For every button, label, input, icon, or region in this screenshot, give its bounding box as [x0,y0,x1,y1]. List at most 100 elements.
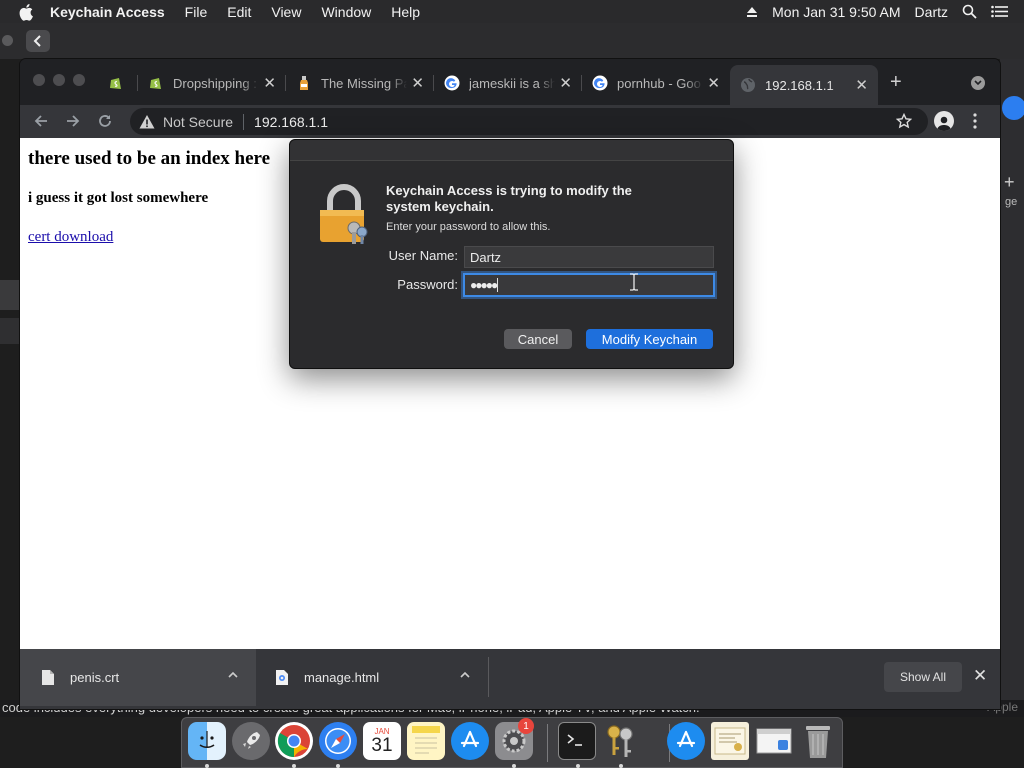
address-bar[interactable]: Not Secure 192.168.1.1 [130,108,928,135]
dock-certificate-document[interactable] [711,722,749,760]
menu-view[interactable]: View [271,4,301,20]
lock-keychain-icon [320,184,368,244]
more-menu-icon[interactable] [973,113,977,129]
username-label: User Name: [388,248,458,263]
not-secure-label[interactable]: Not Secure [163,114,233,130]
globe-icon [741,78,755,92]
modify-keychain-button[interactable]: Modify Keychain [586,329,713,349]
chevron-up-icon[interactable] [460,671,470,678]
menu-clock[interactable]: Mon Jan 31 9:50 AM [772,4,900,20]
dock-trash[interactable] [799,722,837,760]
menu-window[interactable]: Window [321,4,371,20]
username-field[interactable]: Dartz [464,246,714,268]
spotlight-search-icon[interactable] [962,4,977,19]
show-all-downloads-button[interactable]: Show All [884,662,962,692]
warning-icon[interactable] [139,114,155,130]
tab-the-missing-page[interactable]: The Missing Pa ✕ [296,69,434,97]
notification-center-icon[interactable] [991,5,1008,18]
arrow-left-icon [34,115,47,127]
dock-finder[interactable] [188,722,226,760]
reload-icon [99,115,111,127]
background-window-dot [2,35,13,46]
finder-icon [199,731,215,749]
dock-notes[interactable] [407,722,445,760]
chevron-left-icon [33,35,41,47]
dock-app-store-folder[interactable] [667,722,705,760]
tab-close-icon[interactable]: ✕ [263,74,276,92]
terminal-icon [567,734,582,746]
dock-launchpad[interactable] [232,722,270,760]
menu-file[interactable]: File [185,4,208,20]
keychain-auth-dialog: Keychain Access is trying to modify the … [289,139,734,369]
dock-calendar[interactable]: JAN 31 [363,722,401,760]
background-label: ge [1005,196,1018,208]
tab-pornhub-search[interactable]: pornhub - Goo ✕ [592,69,720,97]
background-app-button[interactable] [1002,96,1024,120]
window-minimize-button[interactable] [53,74,65,86]
dock-app-store[interactable] [451,722,489,760]
download-item-manage-html[interactable]: manage.html [256,649,488,706]
tab-title: pornhub - Goo [617,75,701,91]
dock-safari[interactable] [319,722,357,760]
chrome-icon [277,725,310,758]
password-field[interactable]: ●●●●● [463,273,715,297]
close-download-shelf-icon[interactable]: ✕ [973,666,987,686]
window-zoom-button[interactable] [73,74,85,86]
profile-avatar[interactable] [934,111,954,131]
chevron-up-icon[interactable] [228,671,238,678]
tab-close-icon[interactable]: ✕ [411,74,424,92]
window-close-button[interactable] [33,74,45,86]
menu-bar: Keychain Access File Edit View Window He… [0,0,1024,23]
dialog-subtext: Enter your password to allow this. [386,221,551,233]
arrow-right-icon [67,115,80,127]
back-button[interactable] [32,112,50,130]
keys-icon [607,725,633,757]
forward-button[interactable] [64,112,82,130]
menu-edit[interactable]: Edit [227,4,251,20]
cert-download-link[interactable]: cert download [28,229,113,246]
url-text[interactable]: 192.168.1.1 [254,114,328,130]
calendar-day: 31 [371,734,393,756]
bookmark-star-icon[interactable] [896,113,912,129]
background-panel [0,318,20,344]
download-item-penis-crt[interactable]: penis.crt [20,649,256,706]
tab-dropshipping[interactable]: Dropshipping : ✕ [148,69,286,97]
password-label: Password: [397,277,458,292]
shopify-icon [150,78,161,89]
tab-search-button[interactable] [971,76,985,90]
dialog-title-strip [290,140,733,161]
background-panel [0,280,20,310]
tab-strip: Dropshipping : ✕ The Missing Pa ✕ jamesk… [20,59,1000,105]
person-icon [937,116,951,131]
dialog-heading: Keychain Access is trying to modify the … [386,183,632,214]
app-store-icon [460,730,480,748]
cancel-button[interactable]: Cancel [504,329,572,349]
rocket-icon [243,732,260,749]
tab-close-icon[interactable]: ✕ [707,74,720,92]
app-store-icon [676,730,696,748]
menu-app-name[interactable]: Keychain Access [50,4,165,20]
html-file-icon [276,670,288,685]
eject-icon[interactable] [746,6,758,18]
ibeam-cursor-icon [630,273,638,291]
tab-active-192-168-1-1[interactable]: 192.168.1.1 ✕ [730,65,878,105]
dock-google-chrome[interactable] [275,722,313,760]
background-plus-icon[interactable]: + [1004,172,1015,193]
password-value: ●●●●● [470,278,498,292]
tab-jameskii-search[interactable]: jameskii is a sh ✕ [444,69,582,97]
menu-help[interactable]: Help [391,4,420,20]
tab-close-icon[interactable]: ✕ [559,74,572,92]
dock-preview-document[interactable] [755,722,793,760]
username-value: Dartz [470,249,502,265]
tab-pinned-shopify[interactable] [108,69,138,97]
tab-close-icon[interactable]: ✕ [855,76,868,94]
download-filename: manage.html [304,670,380,685]
menu-user[interactable]: Dartz [915,4,948,20]
shopify-icon [110,78,121,89]
new-tab-button[interactable]: + [890,71,902,94]
reload-button[interactable] [96,112,114,130]
dock-terminal[interactable] [558,722,596,760]
apple-logo-icon[interactable] [18,3,36,21]
dock-keychain-access[interactable] [602,722,640,760]
background-back-button[interactable] [26,30,50,52]
